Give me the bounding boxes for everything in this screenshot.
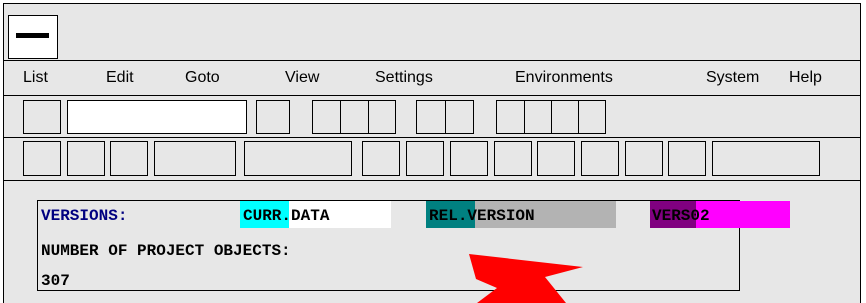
arrow-icon <box>469 254 583 303</box>
